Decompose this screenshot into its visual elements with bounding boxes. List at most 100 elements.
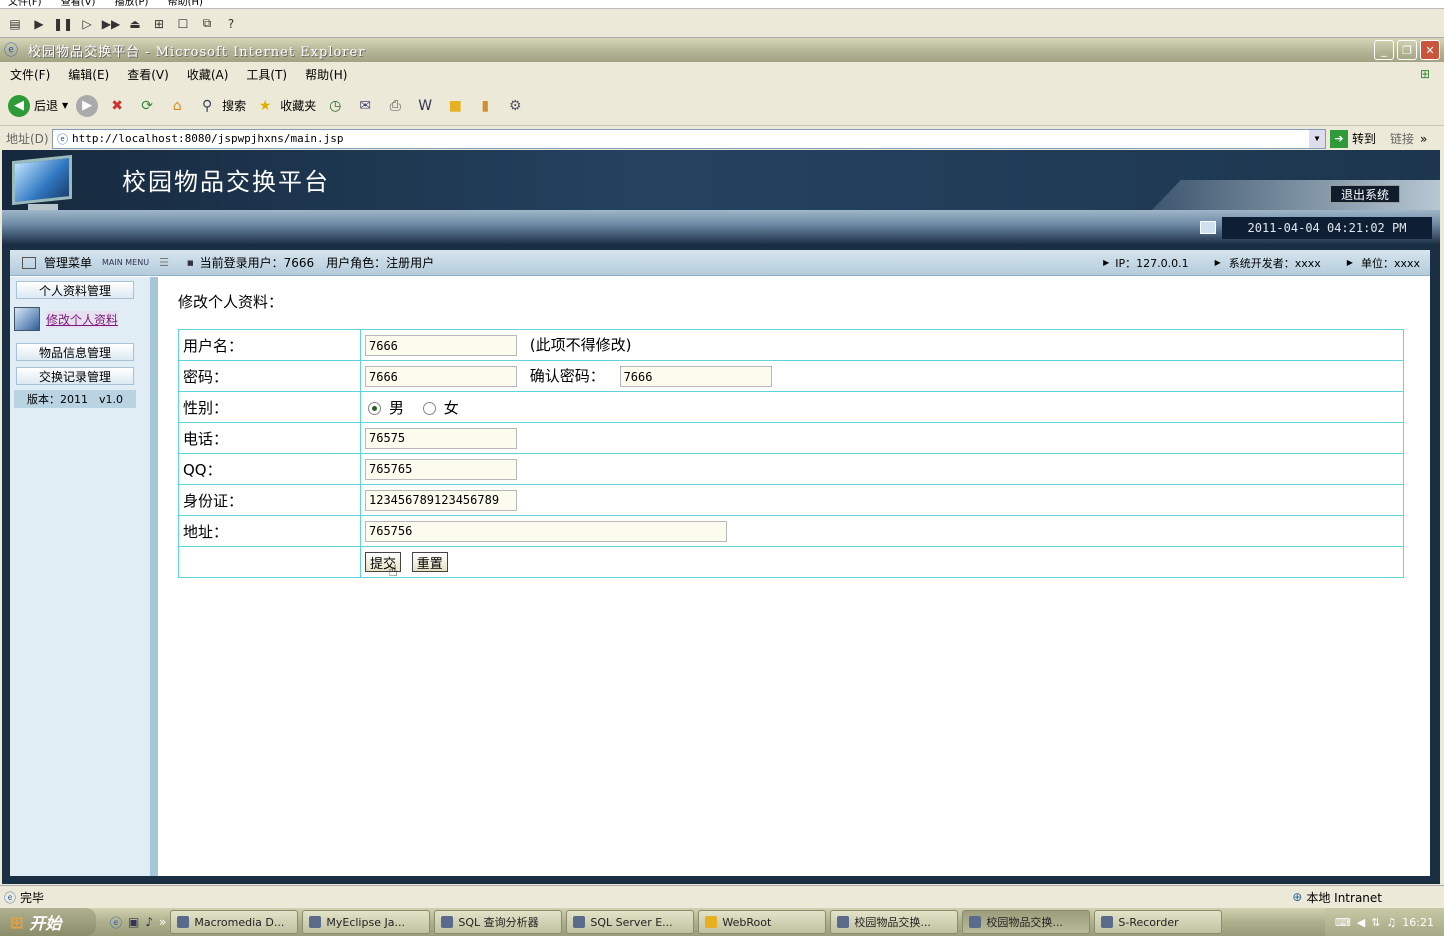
idcard-label: 身份证： bbox=[178, 484, 361, 516]
form-row-qq: QQ： 765765 bbox=[178, 453, 1404, 485]
zoom-in-icon[interactable]: ⊞ bbox=[150, 15, 168, 33]
app-icon bbox=[441, 916, 454, 928]
quicklaunch-desktop-icon[interactable]: ▣ bbox=[128, 915, 139, 929]
tools-icon[interactable]: ⚙ bbox=[504, 95, 526, 117]
task-myeclipse[interactable]: MyEclipse Ja... bbox=[302, 910, 431, 934]
datetime-display: 2011-04-04 04:21:02 PM bbox=[1222, 217, 1432, 239]
username-input[interactable]: 7666 bbox=[365, 335, 517, 356]
stop-icon[interactable]: ✖ bbox=[106, 95, 128, 117]
menu-file[interactable]: 文件(F) bbox=[10, 66, 50, 83]
profile-form: 用户名： 7666 (此项不得修改) 密码： 7666 确认密码： 7666 性 bbox=[178, 329, 1404, 578]
qq-input[interactable]: 765765 bbox=[365, 458, 517, 480]
task-campus-1[interactable]: 校园物品交换... bbox=[830, 910, 959, 934]
sidebar-item-profile-manage[interactable]: 个人资料管理 bbox=[16, 281, 134, 299]
idcard-input[interactable]: 123456789123456789 bbox=[365, 489, 517, 511]
phone-label: 电话： bbox=[178, 422, 361, 454]
username-note: (此项不得修改) bbox=[529, 336, 632, 354]
home-icon[interactable]: ⌂ bbox=[166, 95, 188, 117]
main-menu-sub: MAIN MENU bbox=[102, 258, 150, 267]
menu-help[interactable]: 帮助(H) bbox=[305, 66, 347, 83]
start-button[interactable]: ⊞ 开始 bbox=[0, 908, 96, 936]
favorites-button[interactable]: ★ 收藏夹 bbox=[254, 95, 316, 117]
pause-icon[interactable]: ❚❚ bbox=[53, 15, 73, 33]
history-icon[interactable]: ◷ bbox=[324, 95, 346, 117]
edit-icon[interactable]: W bbox=[414, 95, 436, 117]
print-icon[interactable]: ⎙ bbox=[384, 95, 406, 117]
version-label: 版本：2011 v1.0 bbox=[14, 390, 136, 408]
task-campus-2[interactable]: 校园物品交换... bbox=[962, 910, 1091, 934]
export-icon[interactable]: ⧉ bbox=[198, 15, 216, 33]
back-button[interactable]: ◀ 后退 ▼ bbox=[8, 94, 69, 117]
links-chevron-icon[interactable]: » bbox=[1420, 132, 1427, 146]
folder-icon[interactable]: ■ bbox=[444, 95, 466, 117]
recorder-menubar: 文件(F) 查看(V) 播放(P) 帮助(H) bbox=[0, 0, 1444, 9]
play-icon[interactable]: ▶ bbox=[30, 15, 48, 33]
logout-button[interactable]: 退出系统 bbox=[1330, 185, 1400, 203]
open-icon[interactable]: ▤ bbox=[6, 15, 24, 33]
hand-cursor-icon: ☝ bbox=[388, 561, 398, 580]
rec-menu-help[interactable]: 帮助(H) bbox=[168, 0, 203, 8]
gender-female-label: 女 bbox=[443, 398, 459, 417]
close-icon[interactable]: ✕ bbox=[1420, 40, 1440, 60]
gender-female-radio[interactable] bbox=[422, 401, 436, 415]
developer-info: 系统开发者：xxxx bbox=[1228, 256, 1321, 270]
taskbar: ⊞ 开始 ⓔ ▣ ♪ » Macromedia D... MyEclipse J… bbox=[0, 908, 1444, 936]
form-row-username: 用户名： 7666 (此项不得修改) bbox=[178, 329, 1404, 361]
folder-icon bbox=[705, 916, 718, 928]
confirm-password-input[interactable]: 7666 bbox=[619, 366, 772, 387]
eject-icon[interactable]: ⏏ bbox=[126, 15, 144, 33]
task-sql-server[interactable]: SQL Server E... bbox=[566, 910, 695, 934]
fast-forward-icon[interactable]: ▶▶ bbox=[102, 15, 120, 33]
forward-arrow-icon[interactable]: ▶ bbox=[76, 94, 99, 117]
minimize-icon[interactable]: _ bbox=[1374, 40, 1394, 60]
password-input[interactable]: 7666 bbox=[365, 366, 517, 387]
rec-menu-file[interactable]: 文件(F) bbox=[8, 0, 42, 8]
address-input[interactable]: 765756 bbox=[365, 520, 727, 542]
network-icon[interactable]: ⇅ bbox=[1371, 916, 1380, 929]
search-icon: ⚲ bbox=[202, 97, 213, 114]
form-title: 修改个人资料： bbox=[178, 293, 284, 311]
quicklaunch-more-icon[interactable]: » bbox=[159, 915, 166, 929]
task-s-recorder[interactable]: S-Recorder bbox=[1094, 910, 1223, 934]
menu-favorites[interactable]: 收藏(A) bbox=[187, 66, 229, 83]
reset-button[interactable]: 重置 bbox=[411, 552, 448, 572]
sidebar-item-edit-profile[interactable]: 修改个人资料 bbox=[14, 307, 144, 331]
tray-arrow-icon[interactable]: ◀ bbox=[1357, 916, 1365, 929]
refresh-icon[interactable]: ⟳ bbox=[136, 95, 158, 117]
go-button[interactable]: ➔ 转到 bbox=[1330, 129, 1376, 148]
sidebar-item-exchange-records[interactable]: 交换记录管理 bbox=[16, 367, 134, 385]
maximize-icon[interactable]: ❐ bbox=[1397, 40, 1417, 60]
menu-grid-icon bbox=[22, 256, 36, 269]
fit-icon[interactable]: ☐ bbox=[174, 15, 192, 33]
status-bar: ⓔ 完毕 ⊕ 本地 Intranet bbox=[0, 885, 1444, 908]
app-icon bbox=[1101, 916, 1114, 928]
book-icon[interactable]: ▮ bbox=[474, 95, 496, 117]
dropdown-icon[interactable]: ▼ bbox=[1309, 129, 1325, 148]
step-icon[interactable]: ▷ bbox=[78, 15, 96, 33]
gender-label: 性别： bbox=[178, 391, 361, 423]
quicklaunch-ie-icon[interactable]: ⓔ bbox=[110, 914, 122, 931]
volume-icon[interactable]: ♫ bbox=[1386, 916, 1396, 929]
task-sql-query[interactable]: SQL 查询分析器 bbox=[434, 910, 563, 934]
phone-input[interactable]: 76575 bbox=[365, 427, 517, 449]
address-input[interactable]: ⓔ http://localhost:8080/jspwpjhxns/main.… bbox=[52, 128, 1326, 149]
rec-menu-view[interactable]: 查看(V) bbox=[61, 0, 96, 8]
mail-icon[interactable]: ✉ bbox=[354, 95, 376, 117]
menu-edit[interactable]: 编辑(E) bbox=[68, 66, 109, 83]
gender-male-radio[interactable] bbox=[368, 401, 381, 415]
help-icon[interactable]: ? bbox=[222, 15, 240, 33]
menu-tools[interactable]: 工具(T) bbox=[246, 66, 287, 83]
quicklaunch-media-icon[interactable]: ♪ bbox=[145, 915, 153, 929]
bullet-icon: ■ bbox=[186, 258, 194, 267]
chevron-down-icon: ▼ bbox=[62, 101, 69, 110]
clock[interactable]: 16:21 bbox=[1402, 916, 1434, 929]
keyboard-icon[interactable]: ⌨ bbox=[1335, 916, 1351, 929]
links-button[interactable]: 链接 bbox=[1390, 130, 1414, 147]
rec-menu-play[interactable]: 播放(P) bbox=[115, 0, 149, 8]
sidebar-item-items-manage[interactable]: 物品信息管理 bbox=[16, 343, 134, 361]
task-webroot[interactable]: WebRoot bbox=[698, 910, 827, 934]
main-panel: 修改个人资料： 用户名： 7666 (此项不得修改) 密码： 7666 确认密码… bbox=[168, 277, 1430, 876]
search-button[interactable]: ⚲ 搜索 bbox=[196, 95, 246, 117]
menu-view[interactable]: 查看(V) bbox=[127, 66, 169, 83]
task-macromedia[interactable]: Macromedia D... bbox=[170, 910, 299, 934]
